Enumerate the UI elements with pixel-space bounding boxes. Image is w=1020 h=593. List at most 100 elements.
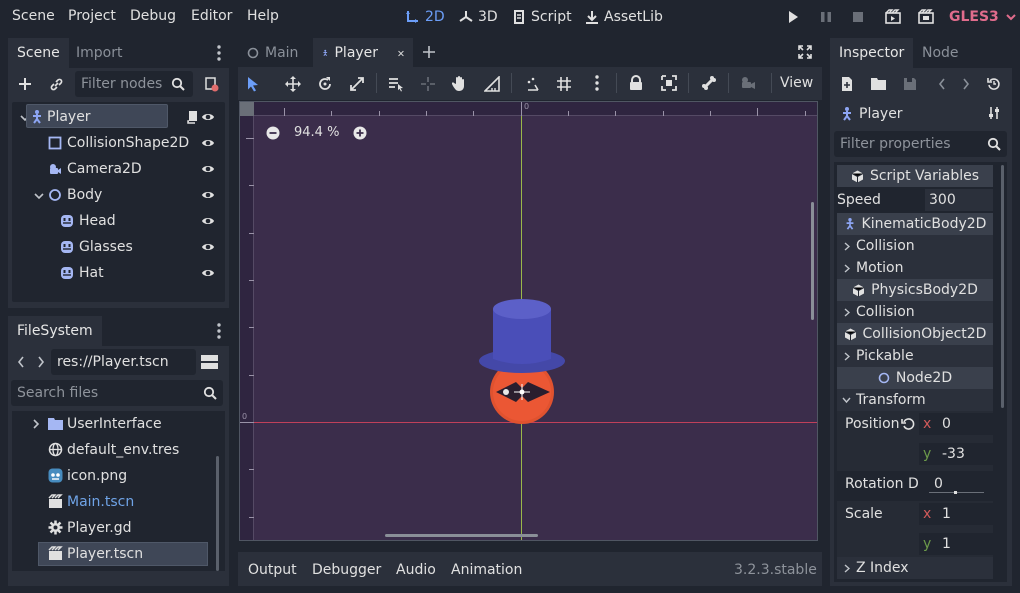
category-transform[interactable]: Transform (837, 389, 993, 411)
list-select-icon[interactable] (388, 76, 404, 92)
menu-dots-icon[interactable] (216, 322, 222, 340)
tab-main[interactable]: Main (238, 38, 307, 68)
rotation-slider-grabber[interactable] (954, 491, 957, 494)
player-character-sprite[interactable] (476, 297, 568, 427)
lock-icon[interactable] (629, 75, 643, 91)
open-folder-icon[interactable] (871, 77, 886, 90)
history-icon[interactable] (987, 77, 1001, 91)
pan-tool-icon[interactable] (452, 75, 468, 92)
revert-icon[interactable] (901, 417, 915, 431)
menu-scene[interactable]: Scene (12, 6, 55, 26)
visibility-eye-icon[interactable] (201, 240, 215, 254)
viewport-h-scrollbar[interactable] (385, 534, 538, 537)
tree-node-collisionshape2d[interactable]: CollisionShape2D (18, 130, 221, 156)
distraction-free-icon[interactable] (798, 45, 812, 59)
tab-inspector[interactable]: Inspector (830, 38, 914, 68)
menu-editor[interactable]: Editor (191, 6, 232, 26)
file-item-default-env[interactable]: default_env.tres (18, 437, 221, 463)
path-field[interactable]: res://Player.tscn (51, 349, 196, 375)
stop-icon[interactable] (851, 10, 865, 24)
scale-x-field[interactable]: x 1 (919, 503, 993, 525)
select-tool-icon[interactable] (246, 76, 260, 92)
visibility-eye-icon[interactable] (201, 110, 215, 124)
play-custom-scene-icon[interactable] (918, 9, 934, 25)
tab-animation[interactable]: Animation (451, 561, 522, 579)
inspector-scrollbar[interactable] (1001, 165, 1004, 408)
tab-debugger[interactable]: Debugger (312, 561, 381, 579)
renderer-select[interactable]: GLES3 (949, 7, 1017, 27)
tree-node-glasses[interactable]: Glasses (18, 234, 221, 260)
smart-snap-icon[interactable] (525, 76, 541, 92)
tab-output[interactable]: Output (248, 561, 297, 579)
visibility-eye-icon[interactable] (201, 136, 215, 150)
expand-arrow-icon[interactable] (32, 419, 40, 429)
tree-node-hat[interactable]: Hat (18, 260, 221, 286)
zoom-level[interactable]: 94.4 % (294, 125, 339, 140)
scale-y-field[interactable]: y 1 (919, 533, 993, 555)
zoom-out-icon[interactable] (266, 126, 280, 140)
tree-node-head[interactable]: Head (18, 208, 221, 234)
property-speed-field[interactable]: 300 (925, 189, 993, 211)
menu-project[interactable]: Project (68, 6, 116, 26)
visibility-eye-icon[interactable] (201, 162, 215, 176)
tab-node[interactable]: Node (913, 38, 968, 68)
close-icon[interactable] (398, 48, 404, 59)
visibility-eye-icon[interactable] (201, 188, 215, 202)
tree-node-body[interactable]: Body (18, 182, 221, 208)
add-node-icon[interactable] (18, 77, 32, 91)
play-icon[interactable] (786, 10, 800, 24)
workspace-assetlib-button[interactable]: AssetLib (584, 6, 663, 28)
split-mode-icon[interactable] (201, 354, 218, 370)
file-item-main-tscn[interactable]: Main.tscn (18, 489, 221, 515)
script-icon[interactable] (186, 109, 200, 125)
file-item-icon-png[interactable]: icon.png (18, 463, 221, 489)
tree-node-player[interactable]: Player (18, 104, 221, 130)
chevron-left-icon[interactable] (17, 356, 25, 368)
pivot-tool-icon[interactable] (420, 76, 436, 92)
file-item-userinterface[interactable]: UserInterface (18, 411, 221, 437)
position-x-field[interactable]: x 0 (919, 413, 993, 435)
tab-player[interactable]: Player (313, 38, 413, 68)
menu-dots-icon[interactable] (216, 44, 222, 62)
tab-scene[interactable]: Scene (8, 38, 69, 68)
section-collisionobject2d[interactable]: CollisionObject2D (837, 323, 993, 345)
history-back-icon[interactable] (938, 78, 946, 90)
scale-tool-icon[interactable] (349, 76, 365, 92)
section-script-variables[interactable]: Script Variables (837, 165, 993, 187)
chevron-right-icon[interactable] (37, 356, 45, 368)
visibility-eye-icon[interactable] (201, 214, 215, 228)
section-node2d[interactable]: Node2D (837, 367, 993, 389)
category-collision[interactable]: Collision (837, 235, 993, 257)
object-properties-icon[interactable] (987, 106, 1001, 120)
rotate-tool-icon[interactable] (317, 76, 333, 92)
script-warning-icon[interactable] (203, 76, 219, 92)
view-menu[interactable]: View (780, 74, 813, 92)
category-pickable[interactable]: Pickable (837, 345, 993, 367)
viewport-v-scrollbar[interactable] (811, 202, 814, 320)
search-files-input[interactable]: Search files (11, 380, 223, 406)
camera-override-icon[interactable] (740, 76, 756, 90)
category-collision-2[interactable]: Collision (837, 301, 993, 323)
link-icon[interactable] (49, 77, 64, 92)
history-forward-icon[interactable] (962, 78, 970, 90)
tab-filesystem[interactable]: FileSystem (8, 316, 102, 346)
tree-node-camera2d[interactable]: Camera2D (18, 156, 221, 182)
workspace-3d-button[interactable]: 3D (458, 6, 498, 28)
new-resource-icon[interactable] (840, 76, 854, 92)
more-options-icon[interactable] (594, 74, 600, 92)
bone-icon[interactable] (701, 75, 717, 91)
workspace-script-button[interactable]: Script (511, 6, 572, 28)
move-tool-icon[interactable] (285, 76, 301, 92)
workspace-2d-button[interactable]: 2D (405, 6, 445, 28)
zoom-in-icon[interactable] (353, 126, 367, 140)
position-y-field[interactable]: y -33 (919, 443, 993, 465)
group-icon[interactable] (661, 75, 677, 91)
visibility-eye-icon[interactable] (201, 266, 215, 280)
filter-properties-input[interactable]: Filter properties (834, 131, 1007, 157)
save-icon[interactable] (903, 77, 917, 91)
ruler-tool-icon[interactable] (484, 76, 500, 92)
new-tab-icon[interactable] (422, 45, 436, 59)
tab-import[interactable]: Import (67, 38, 131, 68)
category-z-index[interactable]: Z Index (837, 557, 993, 579)
play-scene-icon[interactable] (885, 9, 901, 25)
